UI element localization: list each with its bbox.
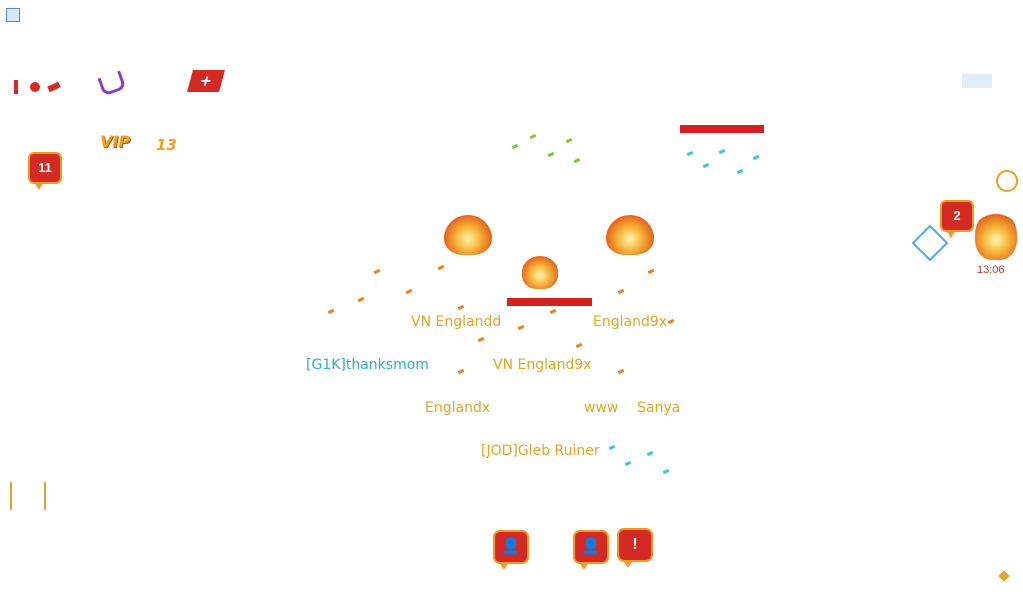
social-user-button[interactable]: 👤 xyxy=(573,530,609,570)
player-name-www[interactable]: www xyxy=(584,400,618,416)
left-notification-badge[interactable]: 11 xyxy=(28,152,62,190)
player-name-sanya[interactable]: Sanya xyxy=(637,400,680,416)
vip-label: VIP xyxy=(100,132,131,151)
vip-level: 13 xyxy=(156,136,177,154)
character-sprite[interactable] xyxy=(606,215,654,255)
left-badge-count: 11 xyxy=(38,160,52,175)
clock: 13:06 xyxy=(977,264,1005,276)
social-user-button[interactable]: 👤 xyxy=(493,530,529,570)
green-tree-sprite xyxy=(508,125,588,175)
hud-top-left-marks xyxy=(14,74,74,98)
left-bracket-icon xyxy=(10,482,46,510)
right-notification-badge[interactable]: 2 xyxy=(940,200,974,238)
right-badge-count: 2 xyxy=(953,208,961,223)
cyan-effect-sprite xyxy=(685,140,765,185)
crowd-sprites xyxy=(318,250,688,410)
alert-button[interactable]: ! xyxy=(617,528,653,568)
player-name-vn-england9x[interactable]: VN England9x xyxy=(493,357,592,373)
user-icon: 👤 xyxy=(501,538,521,555)
purple-hook-icon xyxy=(97,70,127,97)
medical-cross-icon[interactable]: + xyxy=(187,70,225,92)
player-name-g1k-thanksmom[interactable]: [G1K]thanksmom xyxy=(306,357,429,373)
enemy-hp-bar xyxy=(680,125,764,133)
right-portrait-icon xyxy=(975,210,1017,260)
app-window-icon xyxy=(6,8,20,22)
player-name-england9x[interactable]: England9x xyxy=(593,314,667,330)
top-right-text xyxy=(962,74,992,88)
player-name-englandx[interactable]: Englandx xyxy=(425,400,490,416)
bottom-right-marker-icon xyxy=(998,570,1010,582)
cyan-effect-sprite-lower xyxy=(605,432,675,482)
player-name-jod-gleb-ruiner[interactable]: [JOD]Gleb Ruiner xyxy=(481,443,600,459)
player-name-vn-englandd[interactable]: VN Englandd xyxy=(411,314,501,330)
alert-icon: ! xyxy=(632,536,638,553)
right-avatar-icon[interactable] xyxy=(996,170,1018,192)
character-sprite[interactable] xyxy=(444,215,492,255)
game-viewport[interactable]: + VIP 13 11 2 13:06 VN Englandd England9… xyxy=(0,0,1023,614)
user-icon: 👤 xyxy=(581,538,601,555)
